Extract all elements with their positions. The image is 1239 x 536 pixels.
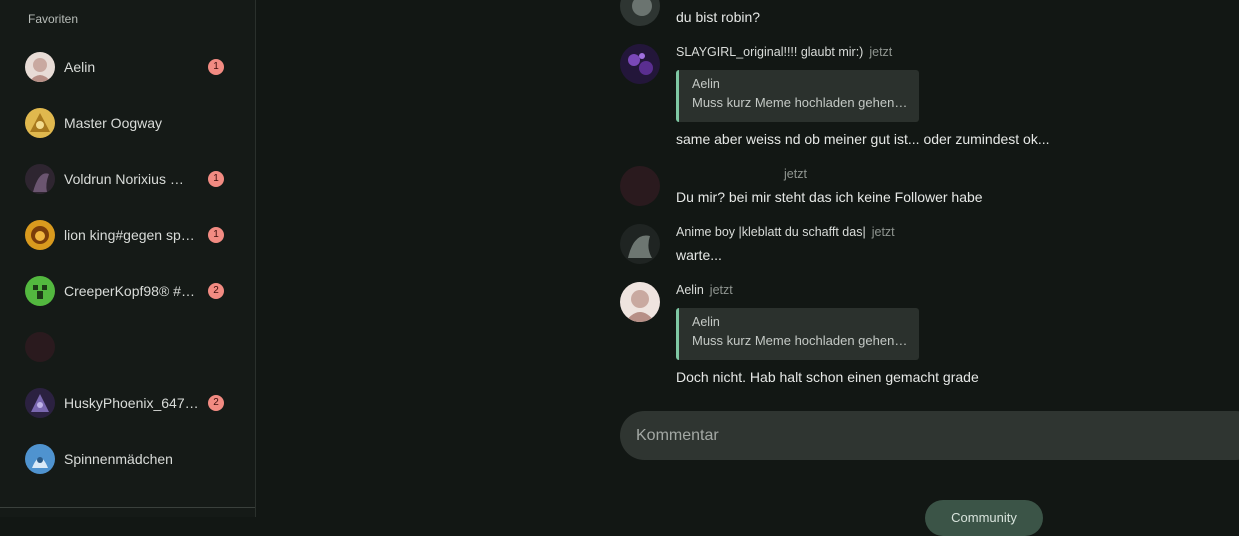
avatar[interactable]: [620, 44, 660, 84]
unread-badge: 1: [208, 171, 224, 187]
quote-author: Aelin: [692, 315, 720, 329]
message-header: jetzt: [784, 167, 807, 181]
avatar: [25, 164, 55, 194]
sidebar-item-lion-king[interactable]: lion king#gegen sp… 1: [0, 207, 255, 263]
sidebar-item-huskyphoenix[interactable]: HuskyPhoenix_647… 2: [0, 375, 255, 431]
reply-quote[interactable]: Aelin Muss kurz Meme hochladen gehen…: [676, 70, 919, 122]
avatar: [25, 388, 55, 418]
author-name[interactable]: Aelin: [676, 283, 704, 297]
message-time: jetzt: [709, 283, 733, 297]
unread-badge: 2: [208, 283, 224, 299]
reply-quote[interactable]: Aelin Muss kurz Meme hochladen gehen…: [676, 308, 919, 360]
sidebar-item-label: lion king#gegen sp…: [64, 227, 195, 243]
sidebar-item-spinnenmaedchen[interactable]: Spinnenmädchen: [0, 431, 255, 487]
sidebar-item-label: Aelin: [64, 59, 96, 75]
message-text: warte...: [676, 247, 722, 263]
message-text: Doch nicht. Hab halt schon einen gemacht…: [676, 369, 979, 385]
sidebar-item-label: CreeperKopf98® #…: [64, 283, 195, 299]
avatar: [25, 108, 55, 138]
message-text: same aber weiss nd ob meiner gut ist... …: [676, 131, 1050, 147]
author-name[interactable]: SLAYGIRL_original!!!! glaubt mir:): [676, 45, 863, 59]
unread-badge: 1: [208, 227, 224, 243]
sidebar-item-label: Spinnenmädchen: [64, 451, 173, 467]
message-time: jetzt: [871, 225, 895, 239]
message-header: SLAYGIRL_original!!!! glaubt mir:) jetzt: [676, 45, 892, 59]
sidebar-item-voldrun-norixius[interactable]: Voldrun Norixius 🕷️🏹 1: [0, 151, 255, 207]
unread-badge: 2: [208, 395, 224, 411]
favorites-title: Favoriten: [28, 12, 79, 26]
message-header: Aelin jetzt: [676, 283, 733, 297]
sidebar-item-aelin[interactable]: Aelin 1: [0, 39, 255, 95]
avatar[interactable]: [620, 224, 660, 264]
favorites-sidebar: Favoriten Aelin 1 Master Oogway Voldrun …: [0, 0, 256, 517]
message-header: Anime boy |kleblatt du schafft das| jetzt: [676, 225, 895, 239]
quote-author: Aelin: [692, 77, 720, 91]
sidebar-divider: [0, 507, 255, 508]
quote-text: Muss kurz Meme hochladen gehen…: [692, 333, 908, 348]
message-text: du bist robin?: [676, 9, 761, 25]
avatar[interactable]: [620, 0, 660, 26]
avatar: [25, 52, 55, 82]
avatar[interactable]: [620, 166, 660, 206]
sidebar-item-master-oogway[interactable]: Master Oogway: [0, 95, 255, 151]
sidebar-item-creeperkopf98[interactable]: CreeperKopf98® #… 2: [0, 263, 255, 319]
avatar: [25, 332, 55, 362]
quote-text: Muss kurz Meme hochladen gehen…: [692, 95, 908, 110]
community-button[interactable]: Community: [925, 500, 1043, 536]
comment-input[interactable]: [620, 411, 1239, 460]
message-time: jetzt: [784, 167, 807, 181]
avatar: [25, 276, 55, 306]
sidebar-item-label: Master Oogway: [64, 115, 163, 131]
chat-main: du bist robin? SLAYGIRL_original!!!! gla…: [256, 0, 1239, 536]
avatar: [25, 444, 55, 474]
message-time: jetzt: [869, 45, 893, 59]
unread-badge: 1: [208, 59, 224, 75]
sidebar-item-label: HuskyPhoenix_647…: [64, 395, 199, 411]
sidebar-item-label: Voldrun Norixius 🕷️🏹: [64, 170, 200, 187]
avatar: [25, 220, 55, 250]
author-name[interactable]: Anime boy |kleblatt du schafft das|: [676, 225, 866, 239]
avatar[interactable]: [620, 282, 660, 322]
sidebar-item-unnamed[interactable]: [0, 319, 255, 375]
message-text: Du mir? bei mir steht das ich keine Foll…: [676, 189, 983, 205]
